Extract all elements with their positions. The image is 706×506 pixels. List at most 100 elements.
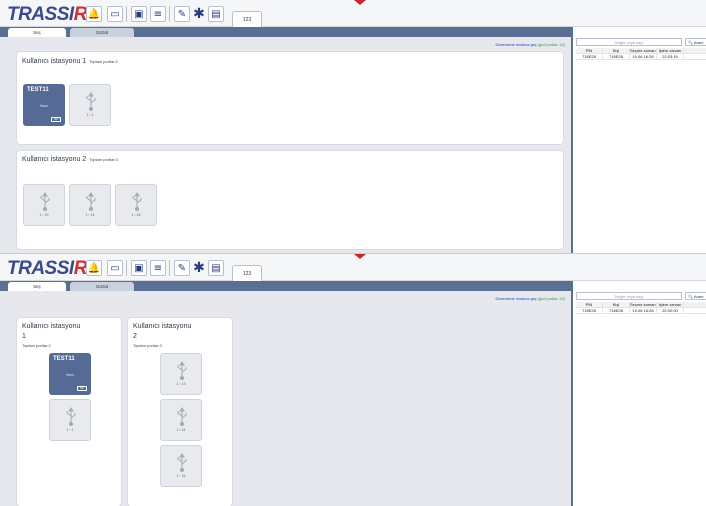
- col-select-time[interactable]: Seçme zamanı: [630, 302, 657, 307]
- usb-icon: [86, 192, 96, 211]
- usb-port-slot[interactable]: 1 › 14: [69, 184, 111, 226]
- edit-mode-link[interactable]: Düzenleme moduna geç (gizli portlar: 42): [496, 297, 565, 301]
- tab-browse[interactable]: Gözat: [70, 28, 134, 37]
- cell: 22:03:15: [657, 54, 684, 59]
- chart-icon[interactable]: ▤: [208, 6, 224, 22]
- usb-port-slot[interactable]: 1 › 16: [160, 445, 202, 487]
- screens-icon[interactable]: ▭: [107, 6, 123, 22]
- station-title: Kullanıcı istasyonu 2: [133, 323, 192, 340]
- usb-port-slot[interactable]: 1 › 13: [23, 184, 65, 226]
- battery-icon: 80: [51, 117, 61, 122]
- monitor-icon[interactable]: ▣: [131, 6, 147, 22]
- layout-icon[interactable]: ≡: [150, 260, 166, 276]
- cell: 718E28: [603, 54, 630, 59]
- device-name: TEST11: [53, 356, 75, 362]
- screens-icon[interactable]: ▭: [107, 260, 123, 276]
- history-table: PIN Kişi Seçme zamanı İşlem zaman 718E28…: [576, 48, 706, 60]
- toolbar-divider: [169, 6, 170, 22]
- station-title: Kullanıcı istasyonu 1: [22, 323, 81, 340]
- layout-icon[interactable]: ≡: [150, 6, 166, 22]
- station-card-1: Kullanıcı istasyonu 1 Toplam portlar:2 TE…: [16, 51, 564, 145]
- usb-port-slot[interactable]: 1 › 1: [69, 84, 111, 126]
- history-panel: Değer veya sayı 🔍 Aram PIN Kişi Seçme za…: [571, 281, 706, 506]
- usb-port-slot[interactable]: 1 › 16: [115, 184, 157, 226]
- screenshot-vertical-layout: TRASSIR 🔔 ▭ ▣ ≡ ✎ ✱ ▤ 123 Seç Gözat Düze…: [0, 253, 706, 506]
- cell: 19.06 16:28: [630, 308, 657, 313]
- usb-port-slot[interactable]: 1 › 13: [160, 353, 202, 395]
- port-label: 1 › 1: [86, 113, 94, 117]
- usb-port-slot[interactable]: 1 › 1: [49, 399, 91, 441]
- battery-icon: 80: [77, 386, 87, 391]
- port-label: 1 › 16: [131, 213, 141, 217]
- bell-icon[interactable]: 🔔: [86, 6, 102, 22]
- col-pin[interactable]: PIN: [576, 302, 603, 307]
- table-row[interactable]: 718E28 718E28 19.06 16:28 22:03:15: [576, 54, 706, 60]
- usb-icon: [132, 192, 142, 211]
- usb-icon: [66, 407, 76, 426]
- top-toolbar: TRASSIR 🔔 ▭ ▣ ≡ ✎ ✱ ▤ 123: [0, 254, 706, 281]
- trassir-logo: TRASSIR: [7, 4, 87, 25]
- table-row[interactable]: 718E28 718E28 19.06 16:28 22:02:00: [576, 308, 706, 314]
- wrench-icon[interactable]: ✎: [174, 6, 190, 22]
- alarm-indicator: [354, 0, 366, 5]
- toolbar-divider: [126, 6, 127, 22]
- col-person[interactable]: Kişi: [603, 302, 630, 307]
- cell: 718E28: [603, 308, 630, 313]
- chart-icon[interactable]: ▤: [208, 260, 224, 276]
- edit-mode-link[interactable]: Düzenleme moduna geç (gizli portlar: 42): [496, 43, 565, 47]
- col-action-time[interactable]: İşlem zaman: [657, 48, 684, 53]
- station-card-2: Kullanıcı istasyonu 2 Toplam portlar:3 1 …: [127, 317, 233, 506]
- screenshot-horizontal-layout: TRASSIR 🔔 ▭ ▣ ≡ ✎ ✱ ▤ 123 Seç Gözat Düze…: [0, 0, 706, 253]
- col-select-time[interactable]: Seçme zamanı: [630, 48, 657, 53]
- alarm-indicator: [354, 254, 366, 259]
- device-card-test11[interactable]: TEST11 Hazır 80: [49, 353, 91, 395]
- search-input[interactable]: Değer veya sayı: [576, 38, 682, 46]
- puzzle-icon[interactable]: ✱: [191, 6, 207, 22]
- channel-tab[interactable]: 123: [232, 11, 262, 27]
- usb-icon: [177, 453, 187, 472]
- device-name: TEST11: [27, 87, 49, 93]
- usb-icon: [177, 361, 187, 380]
- ports-count: Toplam portlar:3: [133, 343, 162, 348]
- port-label: 1 › 14: [85, 213, 95, 217]
- wrench-icon[interactable]: ✎: [174, 260, 190, 276]
- tab-bar: Seç Gözat: [0, 281, 571, 291]
- bell-icon[interactable]: 🔔: [86, 260, 102, 276]
- channel-tab[interactable]: 123: [232, 265, 262, 281]
- device-card-test11[interactable]: TEST11 Hazır 80: [23, 84, 65, 126]
- port-label: 1 › 1: [66, 428, 74, 432]
- usb-icon: [86, 92, 96, 111]
- station-title: Kullanıcı istasyonu 2 Toplam portlar:3: [22, 156, 118, 163]
- puzzle-icon[interactable]: ✱: [191, 260, 207, 276]
- port-label: 1 › 13: [176, 382, 186, 386]
- usb-icon: [177, 407, 187, 426]
- ports-count: Toplam portlar:2: [22, 343, 51, 348]
- port-label: 1 › 16: [176, 474, 186, 478]
- station-card-1: Kullanıcı istasyonu 1 Toplam portlar:2 TE…: [16, 317, 122, 506]
- tab-bar: Seç Gözat: [0, 27, 571, 37]
- col-pin[interactable]: PIN: [576, 48, 603, 53]
- tab-select[interactable]: Seç: [8, 28, 66, 37]
- search-input[interactable]: Değer veya sayı: [576, 292, 682, 300]
- cell: 718E28: [576, 308, 603, 313]
- col-person[interactable]: Kişi: [603, 48, 630, 53]
- tab-browse[interactable]: Gözat: [70, 282, 134, 291]
- usb-icon: [40, 192, 50, 211]
- toolbar-divider: [126, 260, 127, 276]
- station-card-2: Kullanıcı istasyonu 2 Toplam portlar:3 1 …: [16, 150, 564, 250]
- history-table: PIN Kişi Seçme zamanı İşlem zaman 718E28…: [576, 302, 706, 314]
- monitor-icon[interactable]: ▣: [131, 260, 147, 276]
- port-label: 1 › 13: [39, 213, 49, 217]
- port-label: 1 › 14: [176, 428, 186, 432]
- search-button[interactable]: 🔍 Aram: [685, 292, 706, 300]
- tab-select[interactable]: Seç: [8, 282, 66, 291]
- cell: 19.06 16:28: [630, 54, 657, 59]
- trassir-logo: TRASSIR: [7, 258, 87, 279]
- top-toolbar: TRASSIR 🔔 ▭ ▣ ≡ ✎ ✱ ▤ 123: [0, 0, 706, 27]
- history-panel: Değer veya sayı 🔍 Aram PIN Kişi Seçme za…: [571, 27, 706, 253]
- device-status: Hazır: [65, 373, 75, 377]
- usb-port-slot[interactable]: 1 › 14: [160, 399, 202, 441]
- col-action-time[interactable]: İşlem zaman: [657, 302, 684, 307]
- toolbar-divider: [169, 260, 170, 276]
- search-button[interactable]: 🔍 Aram: [685, 38, 706, 46]
